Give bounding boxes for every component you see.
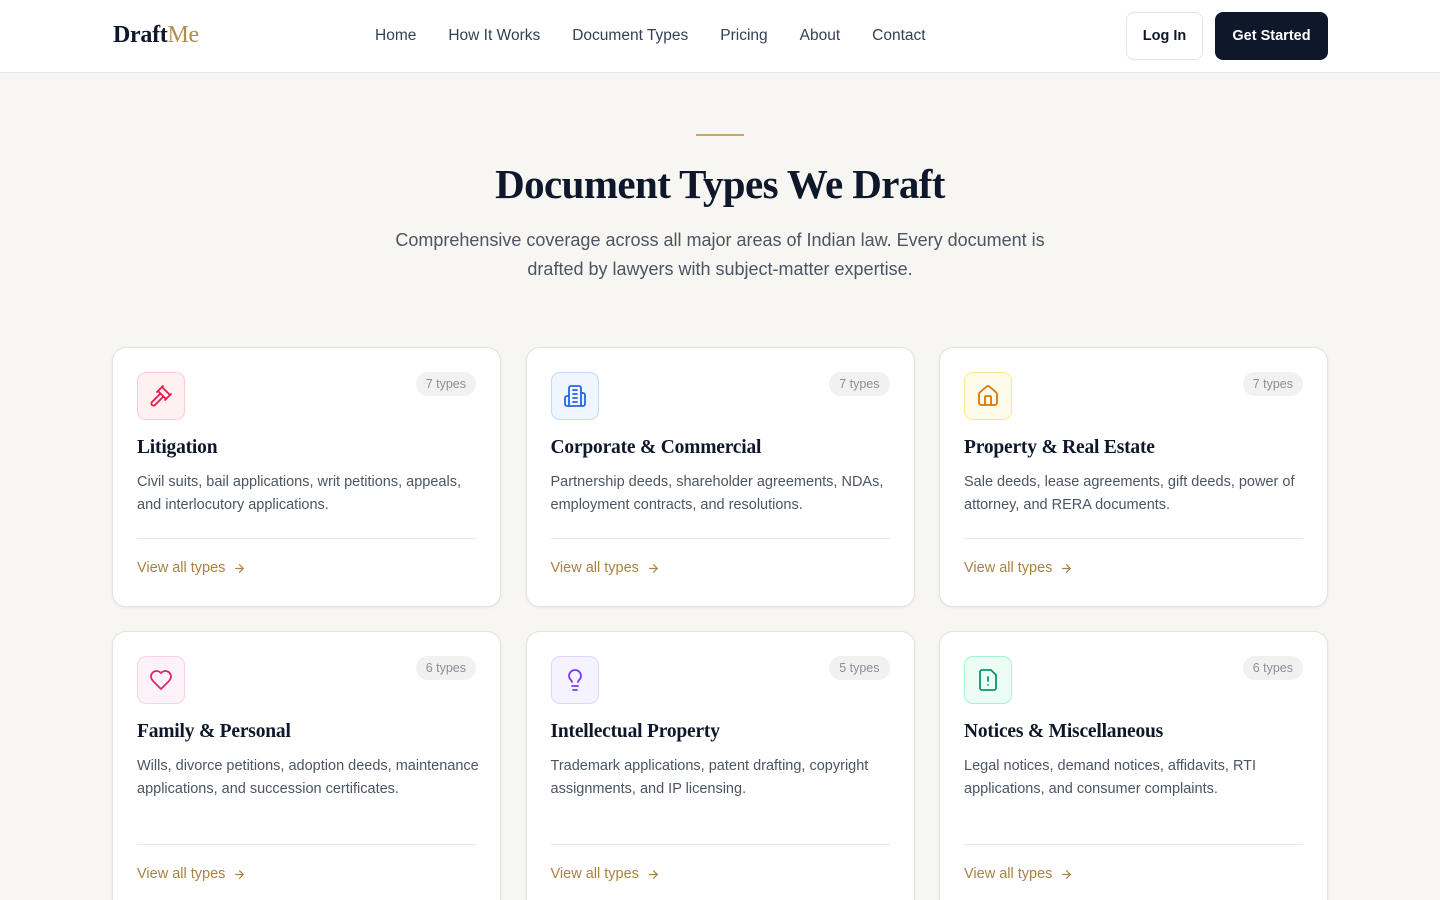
logo-main: Draft (113, 22, 168, 48)
link-label: View all types (550, 866, 639, 882)
main-nav: Home How It Works Document Types Pricing… (375, 0, 926, 72)
nav-how-it-works[interactable]: How It Works (448, 27, 540, 45)
view-all-types-link[interactable]: View all types (551, 866, 660, 882)
logo-accent: Me (167, 22, 199, 48)
card-property-real-estate[interactable]: 7 types Property & Real Estate Sale deed… (939, 347, 1328, 607)
card-description: Partnership deeds, shareholder agreement… (550, 474, 884, 513)
card-icon-box (964, 656, 1012, 704)
card-icon-box (550, 656, 599, 704)
card-divider (137, 538, 476, 539)
link-label: View all types (964, 560, 1053, 576)
card-description: Trademark applications, patent drafting,… (550, 758, 869, 797)
login-button[interactable]: Log In (1126, 12, 1203, 60)
link-label: View all types (964, 866, 1053, 882)
card-icon-box (550, 372, 599, 420)
card-title: Notices & Miscellaneous (964, 721, 1164, 742)
file-alert-icon (979, 669, 997, 691)
building-icon (563, 385, 586, 407)
card-description: Wills, divorce petitions, adoption deeds… (137, 758, 479, 797)
arrow-right-icon (235, 563, 245, 573)
type-count-badge: 6 types (1242, 656, 1303, 680)
card-divider (137, 844, 476, 845)
type-count-badge: 7 types (415, 372, 476, 396)
card-litigation[interactable]: 7 types Litigation Civil suits, bail app… (112, 347, 501, 607)
arrow-right-icon (649, 563, 658, 573)
card-divider (964, 844, 1303, 845)
arrow-right-icon (1062, 563, 1072, 573)
page-title: Document Types We Draft (495, 161, 945, 207)
view-all-types-link[interactable]: View all types (964, 560, 1073, 576)
card-family-personal[interactable]: 6 types Family & Personal Wills, divorce… (112, 631, 501, 900)
card-divider (964, 538, 1303, 539)
card-description: Sale deeds, lease agreements, gift deeds… (964, 474, 1295, 513)
view-all-types-link[interactable]: View all types (964, 866, 1073, 882)
card-title: Property & Real Estate (964, 437, 1155, 458)
card-icon-box (964, 372, 1012, 420)
nav-about[interactable]: About (800, 27, 841, 45)
card-divider (550, 538, 890, 539)
site-header: DraftMe Home How It Works Document Types… (0, 0, 1440, 73)
type-count-badge: 7 types (829, 372, 890, 396)
lightbulb-icon (567, 669, 582, 691)
card-notices-miscellaneous[interactable]: 6 types Notices & Miscellaneous Legal no… (939, 631, 1328, 900)
card-icon-box (137, 372, 185, 420)
card-divider (550, 844, 890, 845)
link-label: View all types (137, 866, 226, 882)
card-corporate-commercial[interactable]: 7 types Corporate & Commercial Partnersh… (525, 347, 915, 607)
gavel-icon (150, 385, 172, 407)
nav-home[interactable]: Home (375, 27, 416, 45)
page-subtitle: Comprehensive coverage across all major … (395, 230, 1045, 279)
hero-accent-line (696, 134, 744, 136)
link-label: View all types (137, 560, 226, 576)
type-count-badge: 6 types (415, 656, 476, 680)
nav-pricing[interactable]: Pricing (720, 27, 767, 45)
card-title: Corporate & Commercial (550, 437, 762, 458)
logo[interactable]: DraftMe (113, 22, 199, 49)
get-started-button[interactable]: Get Started (1215, 12, 1328, 60)
card-description: Civil suits, bail applications, writ pet… (137, 474, 461, 513)
nav-document-types[interactable]: Document Types (572, 27, 688, 45)
type-count-badge: 7 types (1242, 372, 1303, 396)
link-label: View all types (550, 560, 639, 576)
card-title: Litigation (137, 437, 218, 458)
card-intellectual-property[interactable]: 5 types Intellectual Property Trademark … (525, 631, 915, 900)
nav-contact[interactable]: Contact (872, 27, 925, 45)
card-title: Intellectual Property (550, 721, 720, 742)
arrow-right-icon (649, 869, 658, 879)
view-all-types-link[interactable]: View all types (137, 866, 246, 882)
type-count-badge: 5 types (829, 656, 890, 680)
card-description: Legal notices, demand notices, affidavit… (964, 758, 1257, 797)
card-icon-box (137, 656, 185, 704)
view-all-types-link[interactable]: View all types (551, 560, 660, 576)
arrow-right-icon (1062, 869, 1072, 879)
arrow-right-icon (235, 869, 245, 879)
heart-icon (150, 670, 172, 690)
card-title: Family & Personal (137, 721, 291, 742)
document-types-grid: 7 types Litigation Civil suits, bail app… (112, 347, 1328, 900)
view-all-types-link[interactable]: View all types (137, 560, 246, 576)
home-icon (978, 385, 998, 406)
